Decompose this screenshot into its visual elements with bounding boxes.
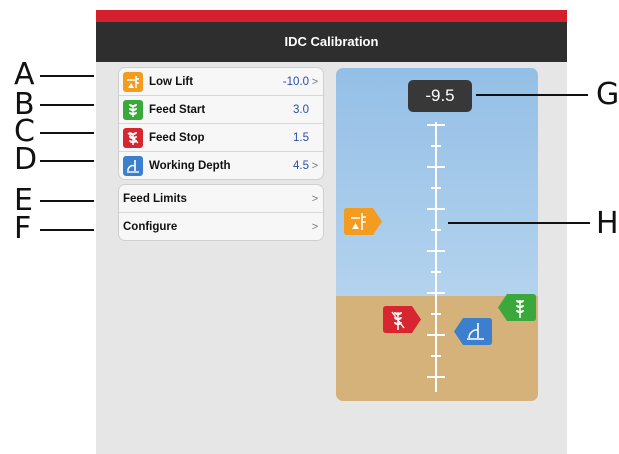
scale-tick (431, 229, 441, 231)
scale-tick (427, 166, 445, 168)
callout-f: F (14, 211, 32, 246)
callout-line-e (40, 200, 94, 202)
scale-tick (427, 124, 445, 126)
working-depth-marker[interactable] (454, 318, 492, 345)
feed-stop-marker[interactable] (383, 306, 421, 333)
chevron-right-icon: > (311, 159, 319, 172)
menu-item-feed-limits-label: Feed Limits (123, 192, 187, 205)
setting-feed-start-label: Feed Start (149, 103, 206, 116)
scale-tick (431, 145, 441, 147)
setting-feed-stop-label: Feed Stop (149, 131, 205, 144)
setting-working-depth-value: 4.5 (293, 159, 309, 172)
callout-a: A (14, 57, 35, 92)
scale-tick (431, 355, 441, 357)
callout-d: D (14, 142, 38, 177)
menu-item-configure-label: Configure (123, 220, 178, 233)
low-lift-marker[interactable] (344, 208, 382, 235)
feed-start-icon (123, 99, 143, 120)
setting-feed-stop-value: 1.5 (293, 131, 309, 144)
callout-line-a (40, 75, 94, 77)
status-accent-bar (96, 10, 567, 22)
menu-item-configure[interactable]: Configure > (119, 212, 323, 240)
callout-g: G (596, 77, 619, 112)
setting-feed-start-value: 3.0 (293, 103, 309, 116)
callout-line-g (476, 94, 588, 96)
settings-group: Low Lift -10.0 > Feed Start 3.0 Feed Sto… (118, 67, 324, 180)
chevron-right-icon: > (311, 192, 319, 205)
setting-low-lift[interactable]: Low Lift -10.0 > (119, 68, 323, 95)
depth-scale-ruler (435, 122, 437, 392)
callout-h: H (596, 206, 619, 241)
page-title: IDC Calibration (96, 22, 567, 62)
callout-line-d (40, 160, 94, 162)
low-lift-icon (123, 71, 143, 92)
callout-line-c (40, 132, 94, 134)
setting-low-lift-label: Low Lift (149, 75, 194, 88)
feed-stop-icon (123, 127, 143, 148)
menu-group: Feed Limits > Configure > (118, 184, 324, 241)
callout-line-b (40, 104, 94, 106)
depth-readout: -9.5 (408, 80, 472, 112)
menu-item-feed-limits[interactable]: Feed Limits > (119, 185, 323, 212)
callout-line-h (448, 222, 590, 224)
chevron-right-icon: > (311, 75, 319, 88)
scale-tick (427, 250, 445, 252)
setting-feed-start[interactable]: Feed Start 3.0 (119, 95, 323, 123)
scale-tick (431, 313, 441, 315)
setting-feed-stop[interactable]: Feed Stop 1.5 (119, 123, 323, 151)
scale-tick (431, 271, 441, 273)
scale-tick (427, 292, 445, 294)
callout-line-f (40, 229, 94, 231)
scale-tick (427, 334, 445, 336)
working-depth-icon (123, 155, 143, 176)
scale-tick (427, 376, 445, 378)
chevron-right-icon: > (311, 220, 319, 233)
scale-tick (427, 208, 445, 210)
setting-working-depth[interactable]: Working Depth 4.5 > (119, 151, 323, 179)
setting-low-lift-value: -10.0 (282, 75, 309, 88)
setting-working-depth-label: Working Depth (149, 159, 231, 172)
scale-tick (431, 187, 441, 189)
device-screen: IDC Calibration Low Lift -10.0 > Feed St… (96, 10, 567, 454)
feed-start-marker[interactable] (498, 294, 536, 321)
depth-visualization-panel: -9.5 (336, 68, 538, 401)
